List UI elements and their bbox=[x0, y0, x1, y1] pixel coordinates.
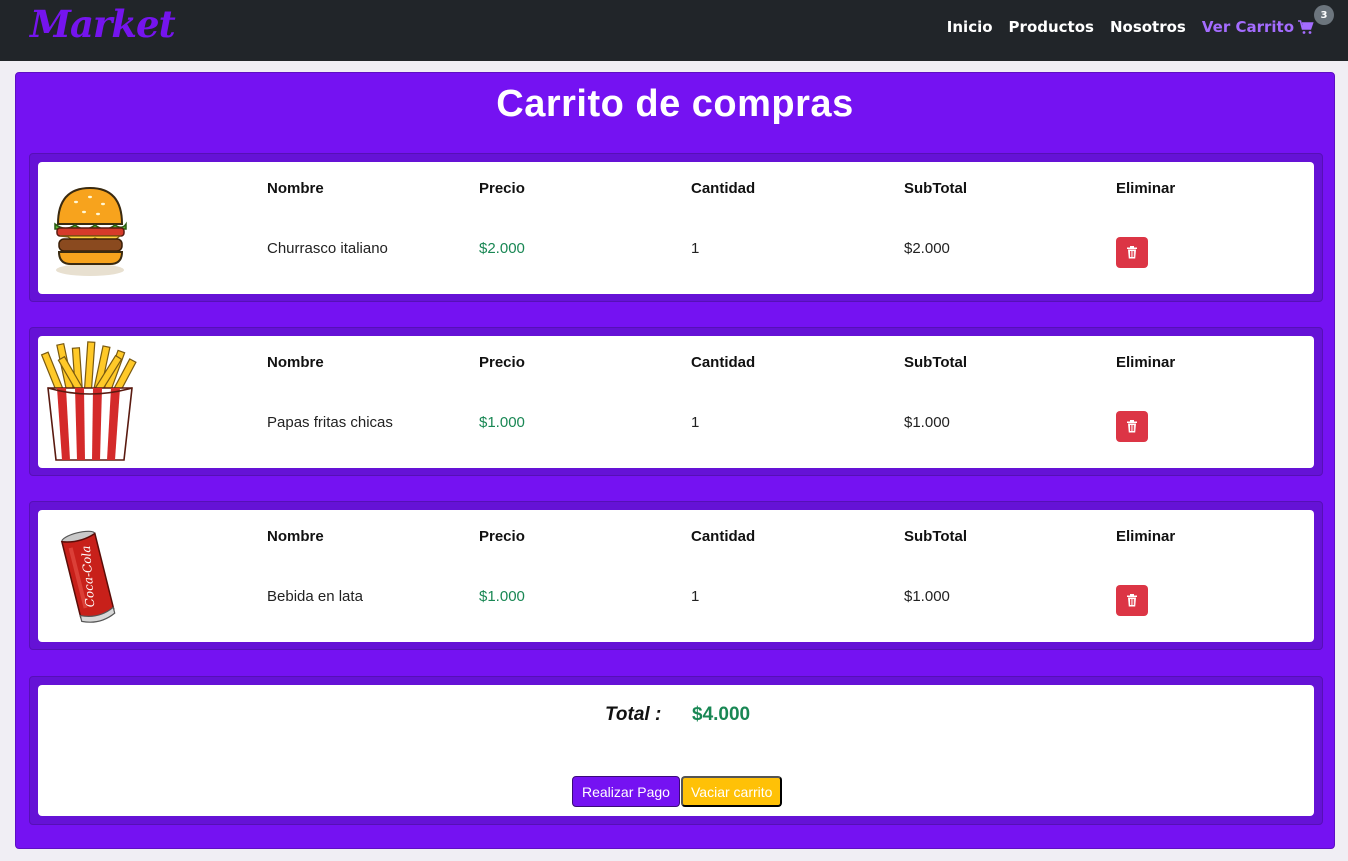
item-subtotal: $1.000 bbox=[904, 588, 950, 605]
cart-item: Coca-Cola Nombre Precio Cantidad SubTota… bbox=[29, 501, 1323, 650]
item-name: Bebida en lata bbox=[267, 588, 363, 605]
top-navbar: Market Inicio Productos Nosotros Ver Car… bbox=[0, 0, 1348, 61]
column-header-name: Nombre bbox=[267, 354, 324, 371]
item-price: $1.000 bbox=[479, 588, 525, 605]
item-name: Papas fritas chicas bbox=[267, 414, 393, 431]
column-header-quantity: Cantidad bbox=[691, 180, 756, 197]
cart-summary-card: Total : $4.000 Realizar Pago Vaciar carr… bbox=[38, 685, 1314, 816]
remove-item-button[interactable] bbox=[1116, 237, 1148, 268]
trash-icon bbox=[1127, 594, 1137, 607]
trash-icon bbox=[1127, 246, 1137, 259]
column-header-quantity: Cantidad bbox=[691, 528, 756, 545]
item-subtotal: $1.000 bbox=[904, 414, 950, 431]
column-header-price: Precio bbox=[479, 528, 525, 545]
column-header-subtotal: SubTotal bbox=[904, 180, 968, 197]
column-header-remove: Eliminar bbox=[1116, 180, 1176, 197]
cart-panel: Carrito de compras Nombre Precio Cantida… bbox=[15, 72, 1335, 849]
pay-button[interactable]: Realizar Pago bbox=[572, 776, 680, 807]
nav-link-cart[interactable]: Ver Carrito 3 bbox=[1201, 5, 1334, 36]
column-header-quantity: Cantidad bbox=[691, 354, 756, 371]
item-name: Churrasco italiano bbox=[267, 240, 388, 257]
total-value: $4.000 bbox=[692, 704, 751, 725]
item-quantity: 1 bbox=[691, 240, 700, 257]
remove-item-button[interactable] bbox=[1116, 411, 1148, 442]
nav-link-inicio[interactable]: Inicio bbox=[947, 18, 993, 36]
column-header-subtotal: SubTotal bbox=[904, 528, 968, 545]
brand-logo[interactable]: Market bbox=[30, 2, 176, 46]
column-header-price: Precio bbox=[479, 180, 525, 197]
nav-links: Inicio Productos Nosotros Ver Carrito 3 bbox=[931, 5, 1334, 36]
cart-link-label: Ver Carrito bbox=[1201, 18, 1294, 36]
column-header-name: Nombre bbox=[267, 528, 324, 545]
cart-item-card: Coca-Cola Nombre Precio Cantidad SubTota… bbox=[38, 510, 1314, 642]
nav-link-productos[interactable]: Productos bbox=[1009, 18, 1094, 36]
empty-cart-button[interactable]: Vaciar carrito bbox=[681, 776, 783, 807]
cart-item: Nombre Precio Cantidad SubTotal Eliminar… bbox=[29, 153, 1323, 302]
page-title: Carrito de compras bbox=[496, 83, 854, 125]
burger-image bbox=[54, 186, 127, 276]
item-quantity: 1 bbox=[691, 588, 700, 605]
cart-count-badge: 3 bbox=[1314, 5, 1334, 25]
remove-item-button[interactable] bbox=[1116, 585, 1148, 616]
column-header-price: Precio bbox=[479, 354, 525, 371]
item-price: $1.000 bbox=[479, 414, 525, 431]
fries-image bbox=[40, 341, 137, 461]
column-header-subtotal: SubTotal bbox=[904, 354, 968, 371]
nav-link-nosotros[interactable]: Nosotros bbox=[1110, 18, 1186, 36]
cart-item-card: Nombre Precio Cantidad SubTotal Eliminar… bbox=[38, 336, 1314, 468]
column-header-remove: Eliminar bbox=[1116, 354, 1176, 371]
item-subtotal: $2.000 bbox=[904, 240, 950, 257]
column-header-remove: Eliminar bbox=[1116, 528, 1176, 545]
cart-item-card: Nombre Precio Cantidad SubTotal Eliminar… bbox=[38, 162, 1314, 294]
column-header-name: Nombre bbox=[267, 180, 324, 197]
soda-can-image: Coca-Cola bbox=[60, 530, 116, 623]
trash-icon bbox=[1127, 420, 1137, 433]
cart-summary: Total : $4.000 Realizar Pago Vaciar carr… bbox=[29, 676, 1323, 825]
cart-item: Nombre Precio Cantidad SubTotal Eliminar… bbox=[29, 327, 1323, 476]
item-price: $2.000 bbox=[479, 240, 525, 257]
item-quantity: 1 bbox=[691, 414, 700, 431]
total-label: Total : bbox=[605, 704, 662, 725]
cart-icon bbox=[1298, 20, 1314, 34]
